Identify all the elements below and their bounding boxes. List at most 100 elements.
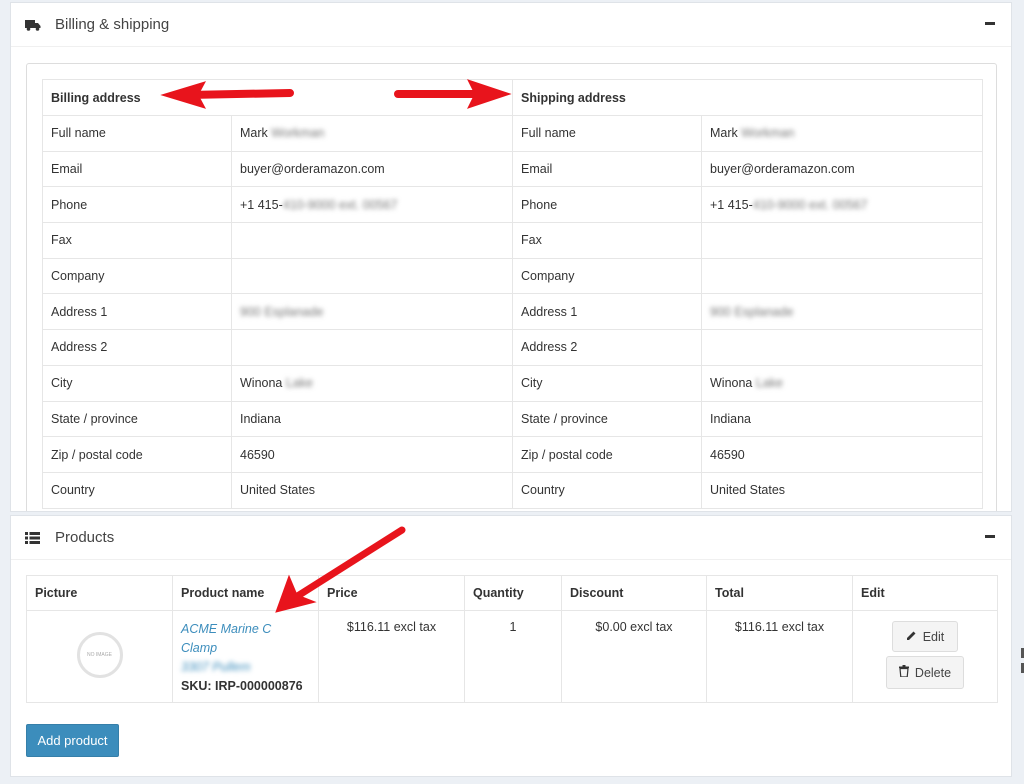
address-row: Address 1 900 Esplanade Address 1 900 Espla… [42, 293, 983, 331]
address-table: Billing address Shipping address Full na… [42, 79, 983, 509]
picture-cell: NO IMAGE [26, 610, 173, 703]
product-name-line2: 3307 Pullem [181, 660, 251, 674]
shipping-field-value: +1 415-410-9000 ext. 00567 [701, 186, 983, 224]
delete-label: Delete [914, 665, 952, 680]
shipping-field-value-text: United States [710, 483, 786, 498]
billing-field-value-text: United States [240, 483, 316, 498]
address-row: Company Company [42, 257, 983, 295]
shipping-field-label: Company [512, 257, 702, 295]
billing-field-value: +1 415-410-9000 ext. 00567 [231, 186, 513, 224]
product-name-link[interactable]: ACME Marine C Clamp 3307 Pullem [181, 622, 271, 674]
billing-field-label: Fax [42, 222, 232, 259]
shipping-field-value: buyer@orderamazon.com [701, 150, 983, 188]
billing-field-value-text: Mark Workman [240, 126, 325, 141]
billing-field-label-text: Company [51, 269, 105, 284]
shipping-field-label: City [512, 364, 702, 402]
billing-shipping-header[interactable]: Billing & shipping [11, 3, 1011, 47]
pencil-icon [906, 630, 917, 644]
shipping-field-value-text: +1 415-410-9000 ext. 00567 [710, 197, 868, 212]
panel-title: Products [55, 529, 115, 546]
shipping-field-label-text: Phone [521, 197, 558, 212]
edit-cell: Edit Delete [852, 610, 998, 703]
shipping-field-label-text: Address 2 [521, 340, 578, 355]
products-header[interactable]: Products [11, 516, 1011, 560]
shipping-field-label-text: Country [521, 483, 565, 498]
billing-field-value [231, 257, 513, 295]
column-header-picture: Picture [26, 575, 173, 611]
minus-icon[interactable] [985, 535, 995, 538]
billing-field-value: 900 Esplanade [231, 293, 513, 331]
billing-field-label: State / province [42, 400, 232, 438]
trash-icon [898, 665, 909, 680]
billing-field-label-text: Full name [51, 126, 106, 141]
panel-title: Billing & shipping [55, 16, 170, 33]
column-header-total: Total [706, 575, 853, 611]
shipping-field-value [701, 222, 983, 259]
billing-field-label-text: Address 1 [51, 304, 108, 319]
shipping-field-value-text: Indiana [710, 411, 752, 426]
truck-icon [25, 17, 41, 33]
discount-cell: $0.00 excl tax [561, 610, 707, 703]
billing-field-value-text: 900 Esplanade [240, 304, 324, 319]
shipping-field-value-text: buyer@orderamazon.com [710, 162, 855, 177]
column-header-price: Price [318, 575, 465, 611]
shipping-field-label-text: Full name [521, 126, 576, 141]
billing-field-label: City [42, 364, 232, 402]
shipping-field-label-text: Fax [521, 233, 542, 248]
shipping-field-label: Address 1 [512, 293, 702, 331]
shipping-field-label-text: Address 1 [521, 304, 578, 319]
billing-field-label: Zip / postal code [42, 436, 232, 473]
shipping-field-value-text: 46590 [710, 447, 745, 462]
shipping-field-value: Winona Lake [701, 364, 983, 402]
products-panel: Products Picture Product name Price Quan… [10, 515, 1012, 777]
shipping-field-label-text: State / province [521, 411, 608, 426]
shipping-field-value-text: Winona Lake [710, 376, 783, 391]
billing-field-label: Address 1 [42, 293, 232, 331]
address-row: Email buyer@orderamazon.com Email buyer@ord… [42, 150, 983, 188]
billing-field-value-text: +1 415-410-9000 ext. 00567 [240, 197, 398, 212]
billing-field-label-text: Country [51, 483, 95, 498]
billing-field-label: Full name [42, 115, 232, 152]
product-name-line1: ACME Marine C Clamp [181, 622, 272, 655]
add-product-button[interactable]: Add product [26, 724, 119, 757]
address-row: Full name Mark Workman Full name Mark Workm… [42, 115, 983, 152]
shipping-field-label: State / province [512, 400, 702, 438]
billing-field-value-text: Indiana [240, 411, 282, 426]
billing-field-value: Winona Lake [231, 364, 513, 402]
shipping-field-label: Address 2 [512, 329, 702, 366]
shipping-field-label: Email [512, 150, 702, 188]
billing-address-heading: Billing address [42, 79, 513, 116]
address-row: Zip / postal code 46590 Zip / postal code 4… [42, 436, 983, 473]
shipping-field-value [701, 329, 983, 366]
edit-label: Edit [922, 629, 945, 644]
billing-field-label-text: Fax [51, 233, 72, 248]
product-name-cell: ACME Marine C Clamp 3307 Pullem SKU: IRP… [172, 610, 319, 703]
address-header-row: Billing address Shipping address [42, 79, 983, 116]
billing-field-label: Phone [42, 186, 232, 224]
shipping-field-label: Full name [512, 115, 702, 152]
address-row: Fax Fax [42, 222, 983, 259]
shipping-field-label-text: Email [521, 162, 553, 177]
address-box: Billing address Shipping address Full na… [26, 63, 997, 511]
table-row: NO IMAGE ACME Marine C Clamp 3307 Pullem… [26, 610, 998, 703]
billing-field-label: Address 2 [42, 329, 232, 366]
shipping-field-value-text: 900 Esplanade [710, 304, 794, 319]
billing-field-label-text: Phone [51, 197, 88, 212]
shipping-field-label: Country [512, 471, 702, 509]
shipping-field-value: United States [701, 471, 983, 509]
shipping-field-value: 46590 [701, 436, 983, 473]
delete-button[interactable]: Delete [886, 656, 964, 689]
billing-field-label-text: City [51, 376, 73, 391]
billing-field-value-text: buyer@orderamazon.com [240, 162, 385, 177]
address-row: State / province Indiana State / province I… [42, 400, 983, 438]
shipping-field-label: Zip / postal code [512, 436, 702, 473]
minus-icon[interactable] [985, 22, 995, 25]
shipping-field-value-text: Mark Workman [710, 126, 795, 141]
billing-field-value-text: 46590 [240, 447, 275, 462]
billing-field-label: Country [42, 471, 232, 509]
billing-field-label: Company [42, 257, 232, 295]
edit-button[interactable]: Edit [892, 621, 958, 652]
billing-field-value: United States [231, 471, 513, 509]
address-row: City Winona Lake City Winona Lake [42, 364, 983, 402]
shipping-field-label-text: City [521, 376, 543, 391]
